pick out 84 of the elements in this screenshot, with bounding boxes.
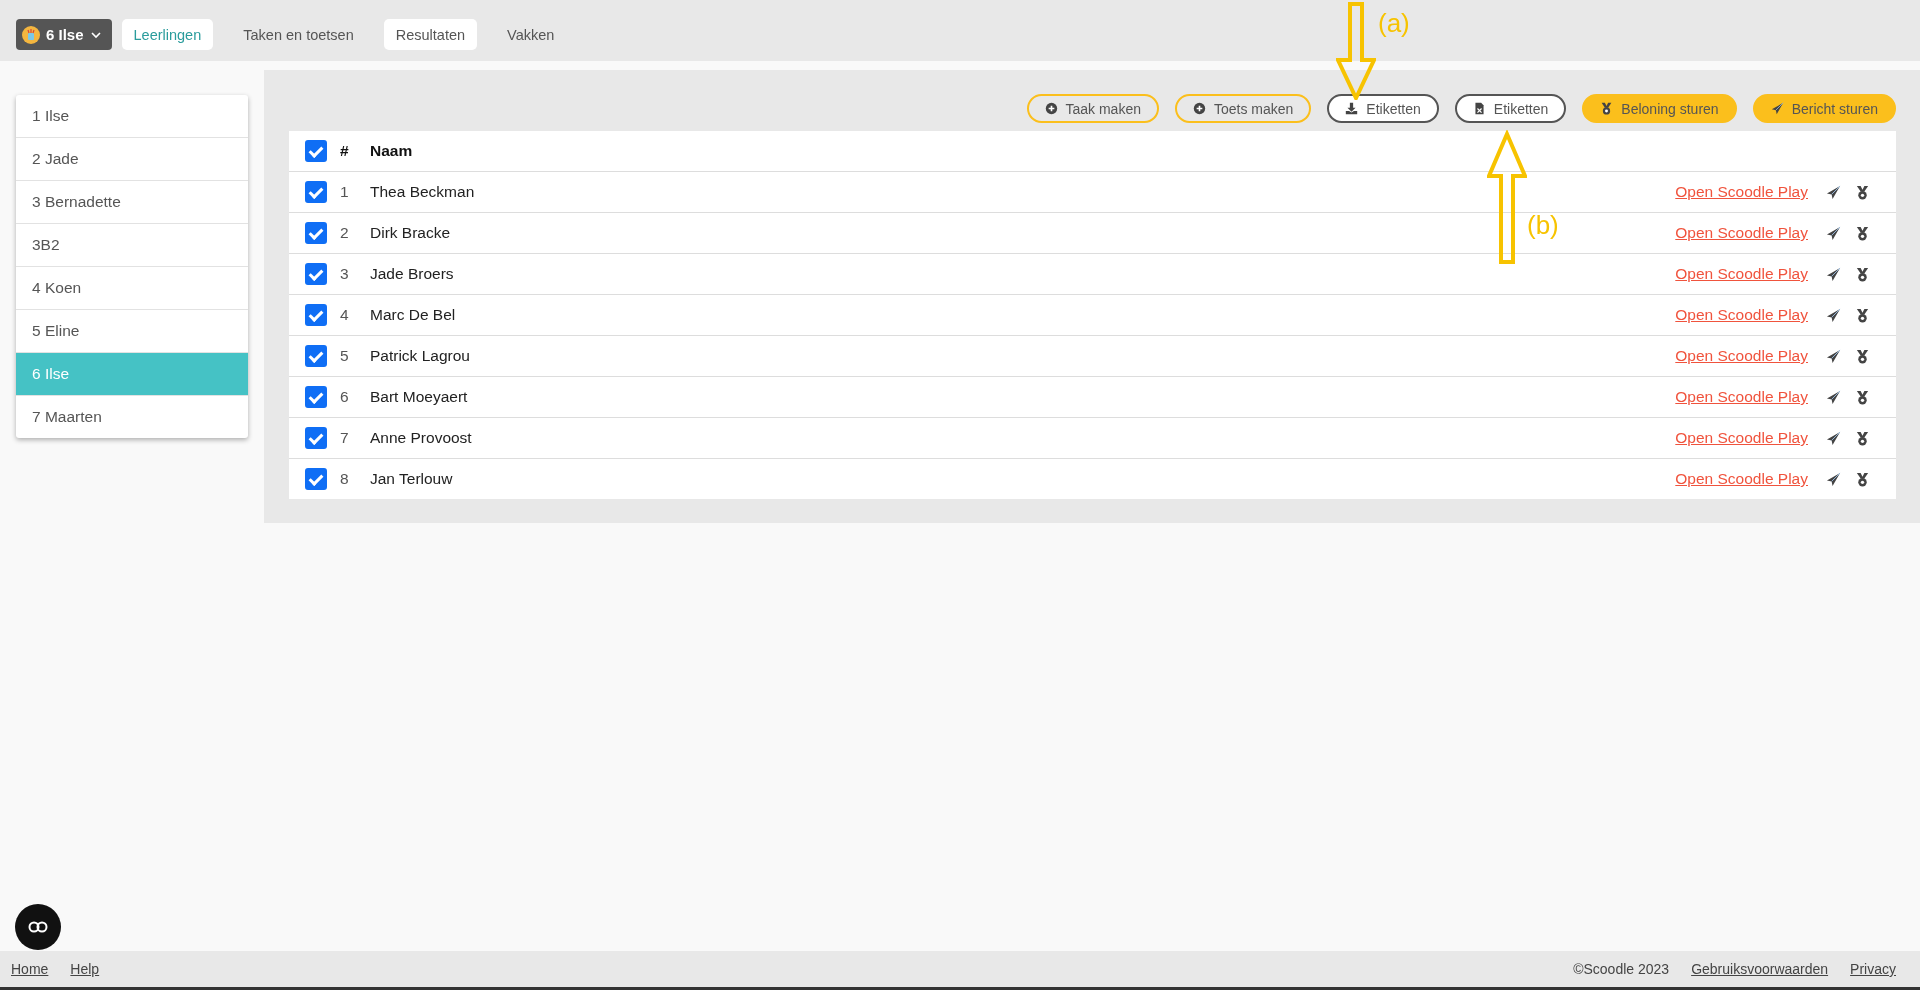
medal-icon[interactable] [1855,430,1870,446]
student-name: Thea Beckman [370,183,475,201]
sidebar-item[interactable]: 3 Bernadette [16,181,248,224]
row-number: 4 [340,306,350,324]
sidebar-item[interactable]: 2 Jade [16,138,248,181]
action-button[interactable]: Bericht sturen [1752,94,1896,123]
medal-icon[interactable] [1855,184,1870,200]
checkbox[interactable] [305,386,327,408]
nav-tab[interactable]: Vakken [495,19,567,50]
footer-link[interactable]: Home [11,961,49,977]
row-number: 1 [340,183,350,201]
paper-plane-icon [1770,102,1784,115]
student-name: Dirk Bracke [370,224,451,242]
pencil-cup-icon [22,25,40,44]
column-header: # [340,142,350,160]
sidebar-item[interactable]: 7 Maarten [16,396,248,438]
action-button[interactable]: Toets maken [1175,94,1312,123]
student-name: Jan Terlouw [370,470,453,488]
nav-tab[interactable]: Resultaten [383,19,478,50]
checkbox[interactable] [305,140,327,162]
sidebar-item[interactable]: 4 Koen [16,267,248,310]
student-name: Patrick Lagrou [370,347,470,365]
link-icon [28,921,48,933]
nav-tab[interactable]: Leerlingen [121,19,214,50]
row-number: 3 [340,265,350,283]
paper-plane-icon[interactable] [1826,348,1841,364]
download-icon [1345,102,1359,115]
checkbox[interactable] [305,304,327,326]
plus-circle-icon [1044,102,1058,115]
action-button[interactable]: Etiketten [1327,94,1439,123]
paper-plane-icon[interactable] [1826,471,1841,487]
footer-link[interactable]: Privacy [1850,961,1896,977]
paper-plane-icon[interactable] [1826,184,1841,200]
medal-icon[interactable] [1855,225,1870,241]
row-number: 2 [340,224,350,242]
copyright-text: ©Scoodle 2023 [1573,961,1670,977]
row-number: 5 [340,347,350,365]
nav-tab[interactable]: Taken en toetsen [231,19,366,50]
sidebar-item[interactable]: 3B2 [16,224,248,267]
sidebar-item[interactable]: 1 Ilse [16,95,248,138]
play-link[interactable]: Open Scoodle Play [1675,183,1808,201]
medal-icon[interactable] [1855,266,1870,282]
paper-plane-icon[interactable] [1826,389,1841,405]
annotation-label: (a) [1378,8,1410,39]
student-name: Bart Moeyaert [370,388,468,406]
class-selector[interactable]: 6 Ilse [16,19,112,50]
footer-link[interactable]: Help [70,961,100,977]
row-number: 8 [340,470,350,488]
checkbox[interactable] [305,222,327,244]
play-link[interactable]: Open Scoodle Play [1675,470,1808,488]
column-header: Naam [370,142,414,160]
medal-icon[interactable] [1855,348,1870,364]
action-button[interactable]: Taak maken [1026,94,1159,123]
checkbox[interactable] [305,345,327,367]
row-number: 7 [340,429,350,447]
student-name: Anne Provoost [370,429,472,447]
plus-circle-icon [1193,102,1206,115]
paper-plane-icon[interactable] [1826,266,1841,282]
checkbox[interactable] [305,181,327,203]
medal-icon [1600,102,1614,115]
play-link[interactable]: Open Scoodle Play [1675,347,1808,365]
paper-plane-icon[interactable] [1826,225,1841,241]
chat-button[interactable] [15,904,61,950]
row-number: 6 [340,388,350,406]
play-link[interactable]: Open Scoodle Play [1675,388,1808,406]
action-button[interactable]: Beloning sturen [1582,94,1737,123]
paper-plane-icon[interactable] [1826,430,1841,446]
checkbox[interactable] [305,427,327,449]
annotation-label: (b) [1527,210,1559,241]
medal-icon[interactable] [1855,471,1870,487]
action-button[interactable]: Etiketten [1454,94,1567,123]
medal-icon[interactable] [1855,389,1870,405]
checkbox[interactable] [305,263,327,285]
footer-link[interactable]: Gebruiksvoorwaarden [1691,961,1829,977]
play-link[interactable]: Open Scoodle Play [1675,429,1808,447]
play-link[interactable]: Open Scoodle Play [1675,224,1808,242]
student-name: Jade Broers [370,265,454,283]
play-link[interactable]: Open Scoodle Play [1675,306,1808,324]
paper-plane-icon[interactable] [1826,307,1841,323]
student-name: Marc De Bel [370,306,456,324]
spreadsheet-file-icon [1472,102,1486,115]
checkbox[interactable] [305,468,327,490]
play-link[interactable]: Open Scoodle Play [1675,265,1808,283]
medal-icon[interactable] [1855,307,1870,323]
